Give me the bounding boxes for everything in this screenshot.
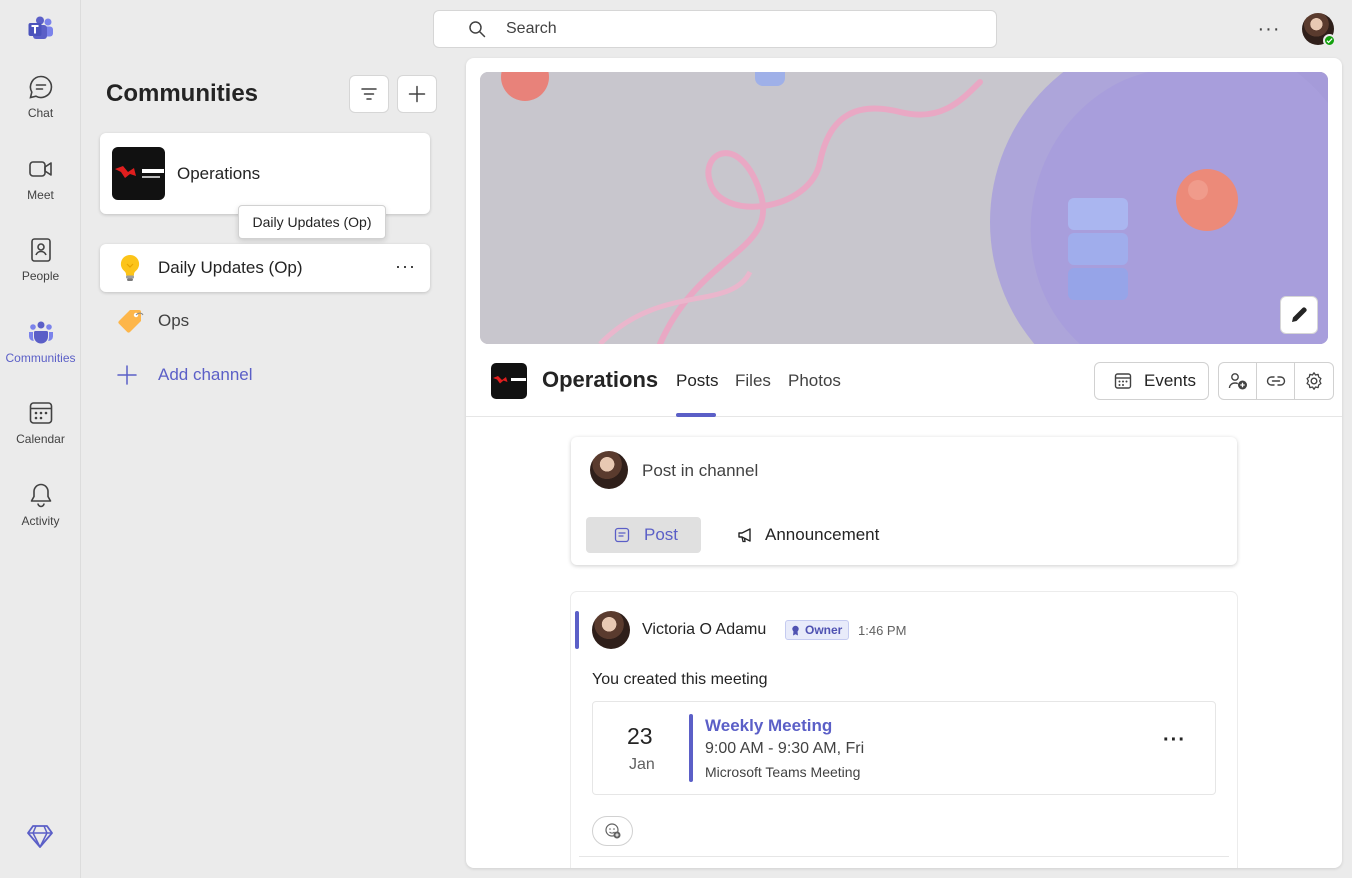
- rail-people-label: People: [21, 269, 60, 283]
- app-rail: Chat Meet People Communities Calendar Ac…: [0, 0, 81, 878]
- channel-title: Operations: [542, 367, 659, 392]
- add-community-button[interactable]: [397, 75, 437, 113]
- lightbulb-icon: [115, 253, 145, 283]
- message-timestamp: 1:46 PM: [858, 623, 907, 638]
- meeting-day: 23: [627, 723, 653, 749]
- settings-more-button[interactable]: ···: [1256, 18, 1282, 40]
- filter-button[interactable]: [349, 75, 389, 113]
- rail-activity-label: Activity: [21, 514, 60, 528]
- meeting-month: Jan: [629, 756, 655, 773]
- community-logo: [112, 147, 165, 200]
- calendar-icon: [1114, 373, 1132, 389]
- rail-meet-label: Meet: [27, 188, 54, 202]
- channel-tooltip: Daily Updates (Op): [238, 205, 386, 239]
- post-icon: [614, 527, 630, 543]
- author-avatar[interactable]: [592, 611, 630, 649]
- active-tab-indicator: [676, 413, 716, 417]
- channel-main-pane: Operations Posts Files Photos Events Pos…: [466, 58, 1342, 868]
- teams-logo-icon[interactable]: [27, 15, 55, 43]
- rail-calendar-label: Calendar: [16, 432, 65, 446]
- events-button[interactable]: Events: [1094, 362, 1209, 400]
- post-button[interactable]: Post: [586, 517, 701, 553]
- channel-name: Ops: [158, 311, 190, 330]
- copy-link-button[interactable]: [1257, 363, 1295, 399]
- channel-daily-updates[interactable]: Daily Updates (Op) ···: [100, 244, 430, 292]
- rail-activity[interactable]: Activity: [0, 481, 81, 551]
- meeting-type: Microsoft Teams Meeting: [705, 764, 861, 780]
- add-reaction-button[interactable]: [592, 816, 633, 846]
- events-label: Events: [1144, 371, 1196, 390]
- meeting-time: 9:00 AM - 9:30 AM, Fri: [705, 740, 865, 757]
- channel-more-button[interactable]: ···: [395, 256, 416, 277]
- post-in-channel-input[interactable]: Post in channel: [642, 461, 758, 481]
- edit-banner-button[interactable]: [1280, 296, 1318, 334]
- announcement-label: Announcement: [765, 525, 880, 544]
- communities-icon: [28, 321, 53, 344]
- person-add-icon: [1228, 373, 1247, 390]
- rail-calendar[interactable]: Calendar: [0, 399, 81, 469]
- message-text: You created this meeting: [592, 671, 768, 688]
- rail-meet[interactable]: Meet: [0, 155, 81, 225]
- channel-header: Operations Posts Files Photos Events: [466, 344, 1342, 417]
- add-member-button[interactable]: [1219, 363, 1257, 399]
- rail-communities[interactable]: Communities: [0, 318, 81, 388]
- rail-people[interactable]: People: [0, 236, 81, 306]
- add-channel-label: Add channel: [158, 365, 253, 384]
- search-bar[interactable]: Search: [433, 10, 997, 48]
- channel-message: Victoria O Adamu Owner 1:46 PM You creat…: [571, 592, 1237, 868]
- owner-badge: Owner: [785, 620, 850, 640]
- channel-actions: [1218, 362, 1334, 400]
- announcement-button[interactable]: Announcement: [737, 517, 879, 553]
- post-label: Post: [644, 525, 679, 544]
- compose-box: Post in channel Post Announcement: [571, 437, 1237, 565]
- community-name: Operations: [177, 163, 261, 183]
- community-banner-image: [480, 72, 1328, 344]
- owner-badge-label: Owner: [805, 623, 843, 637]
- channel-ops[interactable]: Ops: [100, 297, 430, 345]
- meeting-card[interactable]: 23 Jan Weekly Meeting 9:00 AM - 9:30 AM,…: [592, 701, 1216, 795]
- settings-button[interactable]: [1295, 363, 1333, 399]
- tab-files[interactable]: Files: [735, 371, 771, 391]
- author-name[interactable]: Victoria O Adamu: [642, 621, 766, 639]
- user-avatar: [590, 451, 628, 489]
- presence-available-icon: [1323, 34, 1336, 47]
- channel-name: Daily Updates (Op): [158, 258, 303, 277]
- search-icon: [469, 21, 486, 38]
- meeting-more-button[interactable]: ···: [1163, 729, 1186, 752]
- rail-chat-label: Chat: [27, 106, 54, 120]
- add-channel-button[interactable]: Add channel: [115, 363, 253, 387]
- pencil-icon: [1292, 307, 1307, 322]
- tag-icon: [115, 306, 145, 336]
- rail-chat[interactable]: Chat: [0, 73, 81, 143]
- megaphone-icon: [738, 528, 751, 543]
- contacts-icon: [30, 238, 51, 262]
- emoji-add-icon: [604, 823, 620, 839]
- divider: [579, 856, 1229, 857]
- link-icon: [1266, 376, 1285, 386]
- chat-icon: [28, 75, 52, 99]
- filter-icon: [361, 88, 377, 100]
- video-icon: [28, 161, 52, 177]
- community-logo: [491, 363, 527, 399]
- ribbon-icon: [792, 625, 799, 635]
- rail-communities-label: Communities: [5, 351, 76, 365]
- tab-posts[interactable]: Posts: [676, 371, 719, 391]
- meeting-accent-bar: [689, 714, 693, 782]
- message-accent-bar: [575, 611, 579, 649]
- calendar-icon: [29, 402, 52, 424]
- meeting-title[interactable]: Weekly Meeting: [705, 716, 832, 736]
- community-card-operations[interactable]: Operations: [100, 133, 430, 214]
- plus-icon: [408, 85, 426, 103]
- panel-title: Communities: [106, 80, 259, 107]
- diamond-icon[interactable]: [27, 823, 53, 849]
- gear-icon: [1306, 372, 1322, 390]
- plus-icon: [117, 365, 137, 385]
- bell-icon: [30, 483, 51, 508]
- search-placeholder: Search: [506, 20, 557, 37]
- tab-photos[interactable]: Photos: [788, 371, 841, 391]
